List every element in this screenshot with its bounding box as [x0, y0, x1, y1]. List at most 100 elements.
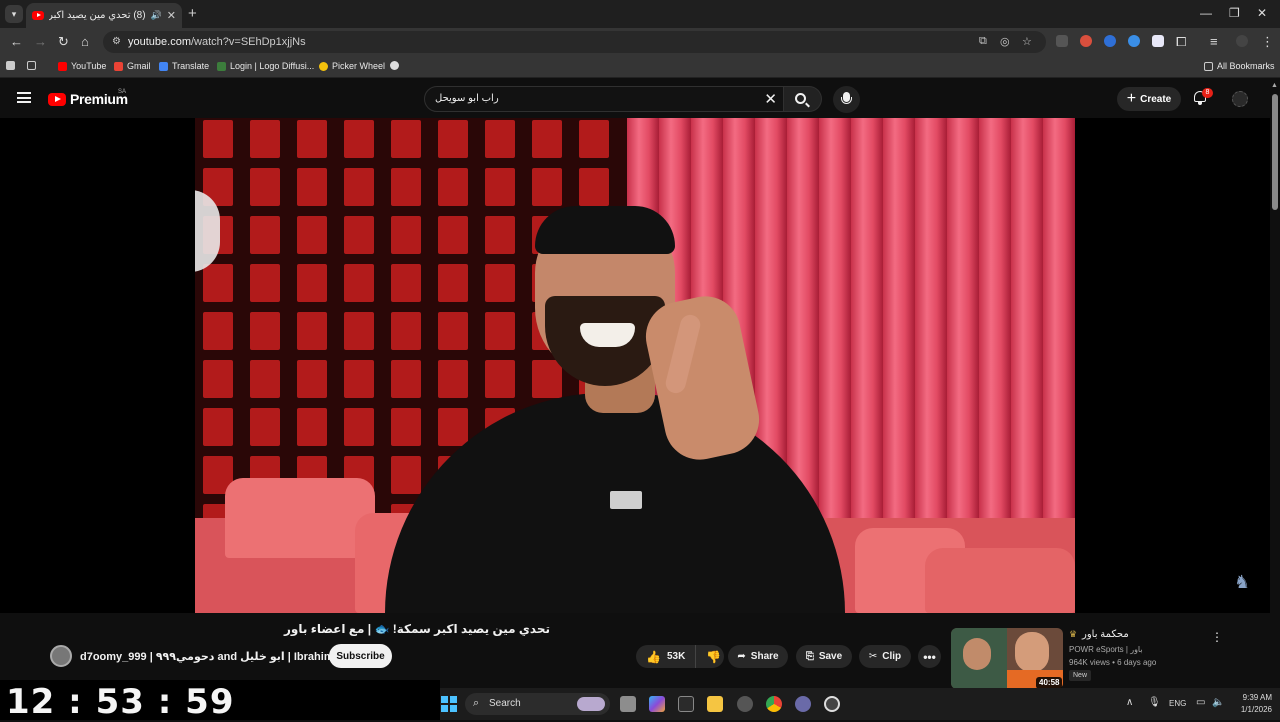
tab-title: (8) تحدي مين يصيد اكبر سمك: [49, 10, 146, 21]
video-player[interactable]: [195, 118, 1075, 613]
install-app-icon[interactable]: ⧉: [979, 35, 987, 48]
search-input[interactable]: راب ابو سويحل ✕: [424, 86, 784, 112]
wall-tile: [297, 264, 327, 302]
chrome-icon[interactable]: [766, 696, 782, 712]
volume-icon[interactable]: 🔈: [1212, 697, 1224, 708]
wall-tile: [391, 120, 421, 158]
more-actions-button[interactable]: •••: [918, 645, 941, 668]
save-button[interactable]: ⎘ Save: [796, 645, 852, 668]
speaker-icon[interactable]: 🔊: [151, 10, 162, 21]
restore-button[interactable]: ❐: [1229, 6, 1240, 20]
back-button[interactable]: ←: [10, 34, 23, 49]
tray-overflow-chevron-icon[interactable]: ∧: [1126, 697, 1133, 708]
windows-start-icon[interactable]: [441, 696, 457, 712]
address-bar[interactable]: ⚙ youtube.com/watch?v=SEhDp1xjjNs ⧉ ◎ ☆: [103, 31, 1046, 53]
bookmark-translate[interactable]: Translate: [159, 61, 209, 71]
tab-search-button[interactable]: ▾: [5, 5, 23, 23]
bookmark-folder-icon[interactable]: [6, 61, 15, 70]
dislike-button[interactable]: 👎: [696, 650, 731, 664]
channel-name[interactable]: d7oomy_999 | دحومي٩٩٩ and ابو خليل | Ibr…: [80, 650, 334, 663]
all-bookmarks-button[interactable]: All Bookmarks: [1204, 61, 1275, 71]
bookmark-logo-diffusion[interactable]: Login | Logo Diffusi...: [217, 61, 314, 71]
recommended-video-title[interactable]: محكمة باور: [1082, 629, 1129, 640]
reload-button[interactable]: ↻: [58, 34, 69, 50]
youtube-play-icon: [48, 92, 66, 106]
tracking-protection-icon[interactable]: ◎: [1000, 35, 1010, 48]
thumbs-up-icon: 👍: [646, 649, 661, 664]
media-controls-icon[interactable]: ≡: [1210, 34, 1218, 49]
tab-active[interactable]: (8) تحدي مين يصيد اكبر سمك 🔊 ✕: [26, 3, 182, 28]
site-info-icon[interactable]: ⚙: [112, 36, 121, 47]
bookmark-star-icon[interactable]: ☆: [1022, 35, 1032, 48]
youtube-logo[interactable]: Premium: [48, 91, 128, 107]
wall-tile: [203, 120, 233, 158]
store-icon[interactable]: [678, 696, 694, 712]
menu-icon[interactable]: [17, 92, 31, 103]
account-avatar[interactable]: [1232, 91, 1248, 107]
like-count: 53K: [666, 651, 686, 662]
forward-button[interactable]: →: [34, 34, 47, 49]
apps-grid-icon[interactable]: [27, 61, 36, 70]
wall-tile: [391, 456, 421, 494]
taskbar-search[interactable]: ⌕ Search: [465, 693, 610, 715]
extension-fire-icon[interactable]: [1080, 35, 1092, 47]
share-arrow-icon: ➦: [737, 651, 746, 662]
wall-tile: [391, 264, 421, 302]
recommended-more-icon[interactable]: ⋮: [1211, 630, 1223, 644]
settings-gear-icon[interactable]: [737, 696, 753, 712]
url-text[interactable]: youtube.com/watch?v=SEhDp1xjjNs: [128, 36, 306, 48]
wall-tile: [438, 168, 468, 206]
create-button[interactable]: + Create: [1117, 87, 1181, 111]
voice-search-button[interactable]: [833, 86, 860, 113]
browser-menu-icon[interactable]: ⋮: [1261, 34, 1274, 50]
tray-time[interactable]: 9:39 AM: [1230, 693, 1272, 702]
media-app-icon[interactable]: [795, 696, 811, 712]
wall-tile: [438, 264, 468, 302]
search-query[interactable]: راب ابو سويحل: [435, 93, 499, 104]
new-tab-button[interactable]: +: [188, 5, 197, 22]
like-dislike-group: 👍 53K 👎: [636, 645, 724, 668]
bookmark-globe-icon[interactable]: [390, 61, 399, 70]
wall-tile: [297, 360, 327, 398]
bookmark-youtube[interactable]: YouTube: [58, 61, 106, 71]
search-button[interactable]: [784, 86, 822, 112]
input-language[interactable]: ENG: [1169, 699, 1186, 708]
wall-tile: [203, 264, 233, 302]
wall-tile: [438, 312, 468, 350]
like-button[interactable]: 👍 53K: [636, 645, 697, 668]
clear-search-icon[interactable]: ✕: [764, 90, 777, 108]
scroll-up-arrow-icon[interactable]: ▲: [1271, 82, 1278, 89]
extension-doc-icon[interactable]: [1152, 35, 1164, 47]
scrollbar-thumb[interactable]: [1272, 94, 1278, 210]
profile-avatar[interactable]: [1236, 35, 1248, 47]
extension-glasses-icon[interactable]: [1056, 35, 1068, 47]
extension-vpn-icon[interactable]: [1128, 35, 1140, 47]
wall-tile: [344, 312, 374, 350]
extensions-puzzle-icon[interactable]: ⧠: [1176, 34, 1186, 50]
home-icon[interactable]: ⌂: [81, 34, 89, 49]
plus-icon: +: [1126, 90, 1137, 107]
task-view-icon[interactable]: [620, 696, 636, 712]
tab-close-icon[interactable]: ✕: [167, 9, 176, 22]
wall-tile: [297, 312, 327, 350]
wall-tile: [344, 264, 374, 302]
new-badge: New: [1069, 670, 1092, 681]
recommended-video-channel[interactable]: POWR eSports | باور: [1069, 645, 1143, 654]
bookmark-picker-wheel[interactable]: Picker Wheel: [319, 61, 385, 71]
channel-avatar[interactable]: [50, 645, 72, 667]
subscribe-button[interactable]: Subscribe: [329, 644, 392, 668]
clip-button[interactable]: ✂ Clip: [859, 645, 911, 668]
floating-character-icon[interactable]: ♞: [1234, 572, 1260, 594]
bookmark-gmail[interactable]: Gmail: [114, 61, 151, 71]
share-button[interactable]: ➦ Share: [728, 645, 788, 668]
app-with-notification-icon[interactable]: [824, 696, 840, 712]
extension-blue-icon[interactable]: [1104, 35, 1116, 47]
file-explorer-icon[interactable]: [707, 696, 723, 712]
minimize-button[interactable]: —: [1200, 6, 1212, 20]
copilot-icon[interactable]: [649, 696, 665, 712]
close-window-button[interactable]: ✕: [1257, 6, 1267, 20]
network-icon[interactable]: ▭: [1196, 697, 1205, 708]
tray-date[interactable]: 1/1/2026: [1230, 705, 1272, 714]
notification-count-badge: 8: [1202, 88, 1213, 98]
tray-microphone-icon[interactable]: 🎙: [1148, 697, 1161, 708]
